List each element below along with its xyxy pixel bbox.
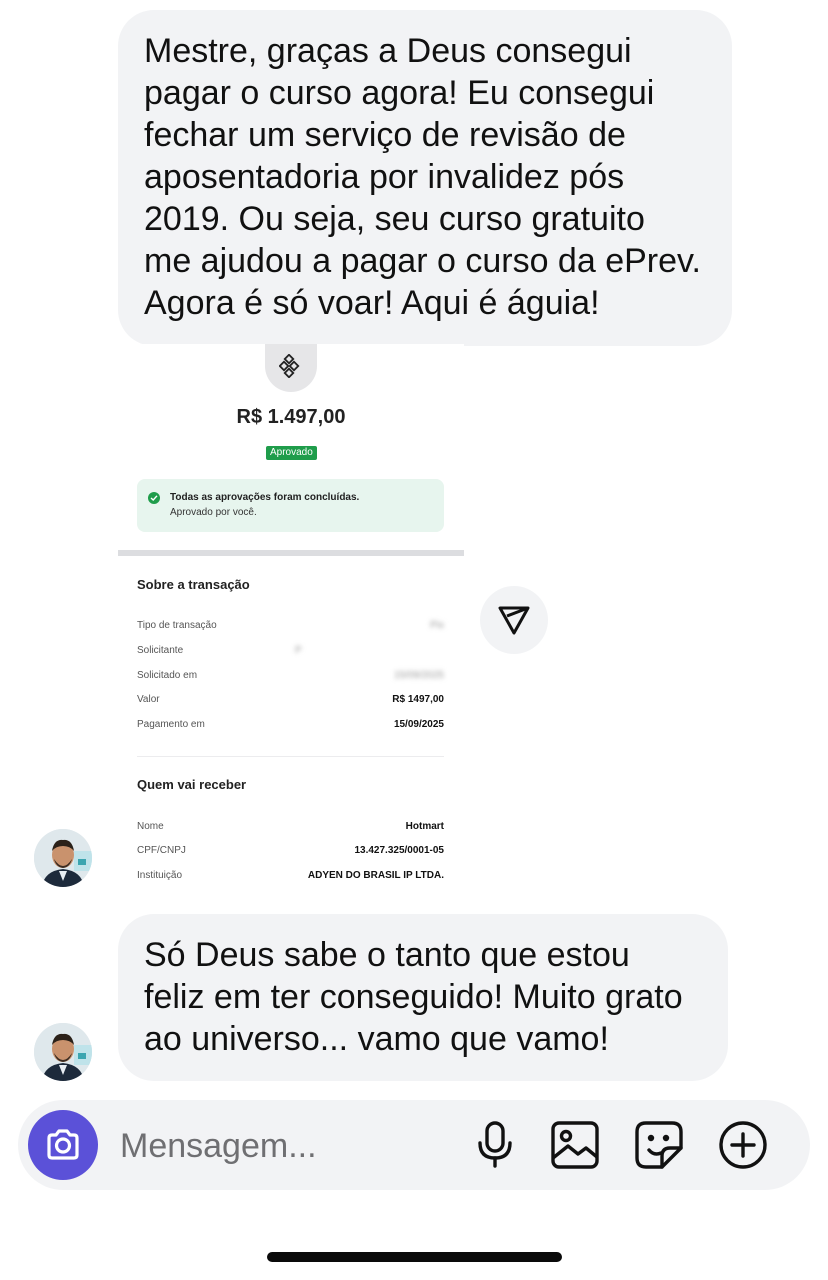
share-button[interactable] bbox=[480, 586, 548, 654]
row-value: ADYEN DO BRASIL IP LTDA. bbox=[307, 870, 444, 881]
row-value: P bbox=[295, 645, 302, 656]
transaction-row: Pagamento em 15/09/2025 bbox=[137, 719, 444, 733]
divider bbox=[137, 756, 444, 757]
row-label: Solicitado em bbox=[137, 670, 198, 681]
recipient-section-title: Quem vai receber bbox=[137, 777, 247, 792]
message-text: Mestre, graças a Deus consegui pagar o c… bbox=[144, 32, 701, 322]
camera-button[interactable] bbox=[28, 1110, 98, 1180]
home-indicator bbox=[267, 1252, 562, 1262]
avatar[interactable] bbox=[34, 1023, 92, 1081]
camera-icon bbox=[47, 1129, 79, 1160]
image-icon[interactable] bbox=[550, 1120, 600, 1170]
divider bbox=[118, 550, 464, 556]
transaction-row: Solicitante P bbox=[137, 645, 444, 659]
row-value: 15/09/2025 bbox=[393, 719, 444, 730]
sticker-icon[interactable] bbox=[634, 1120, 684, 1170]
row-label: CPF/CNPJ bbox=[137, 845, 186, 856]
row-label: Pagamento em bbox=[137, 719, 205, 730]
row-value: Pix bbox=[430, 620, 444, 631]
receipt-amount: R$ 1.497,00 bbox=[236, 406, 346, 428]
row-label: Nome bbox=[137, 821, 164, 832]
check-icon bbox=[148, 492, 160, 504]
transaction-row: Solicitado em 15/09/2025 bbox=[137, 670, 444, 684]
microphone-icon[interactable] bbox=[470, 1120, 520, 1170]
row-value: R$ 1497,00 bbox=[392, 694, 444, 705]
message-bubble-1[interactable]: Mestre, graças a Deus consegui pagar o c… bbox=[118, 10, 732, 346]
row-label: Instituição bbox=[137, 870, 183, 881]
pix-logo-icon bbox=[265, 344, 317, 392]
row-value: 15/09/2025 bbox=[393, 670, 444, 681]
avatar[interactable] bbox=[34, 829, 92, 887]
receipt-header: R$ 1.497,00 Aprovado Todas as aprovações… bbox=[118, 344, 464, 550]
notice-title: Todas as aprovações foram concluídas. bbox=[170, 492, 360, 503]
status-badge: Aprovado bbox=[266, 446, 317, 460]
message-composer bbox=[18, 1100, 810, 1190]
recipient-row: CPF/CNPJ 13.427.325/0001-05 bbox=[137, 845, 444, 859]
row-label: Valor bbox=[137, 694, 160, 705]
transaction-row: Valor R$ 1497,00 bbox=[137, 694, 444, 708]
message-bubble-2[interactable]: Só Deus sabe o tanto que estou feliz em … bbox=[118, 914, 728, 1081]
receipt-image[interactable]: R$ 1.497,00 Aprovado Todas as aprovações… bbox=[118, 344, 464, 890]
row-label: Solicitante bbox=[137, 645, 184, 656]
plus-circle-icon[interactable] bbox=[718, 1120, 768, 1170]
send-icon bbox=[498, 606, 530, 635]
message-input[interactable] bbox=[118, 1122, 442, 1170]
approval-notice: Todas as aprovações foram concluídas. Ap… bbox=[137, 479, 444, 532]
recipient-row: Nome Hotmart bbox=[137, 821, 444, 835]
transaction-section-title: Sobre a transação bbox=[137, 577, 250, 592]
message-text: Só Deus sabe o tanto que estou feliz em … bbox=[144, 936, 683, 1058]
row-value: Hotmart bbox=[405, 821, 444, 832]
row-value: 13.427.325/0001-05 bbox=[354, 845, 444, 856]
row-label: Tipo de transação bbox=[137, 620, 217, 631]
transaction-row: Tipo de transação Pix bbox=[137, 620, 444, 634]
recipient-row: Instituição ADYEN DO BRASIL IP LTDA. bbox=[137, 870, 444, 884]
notice-subtitle: Aprovado por você. bbox=[170, 507, 257, 518]
